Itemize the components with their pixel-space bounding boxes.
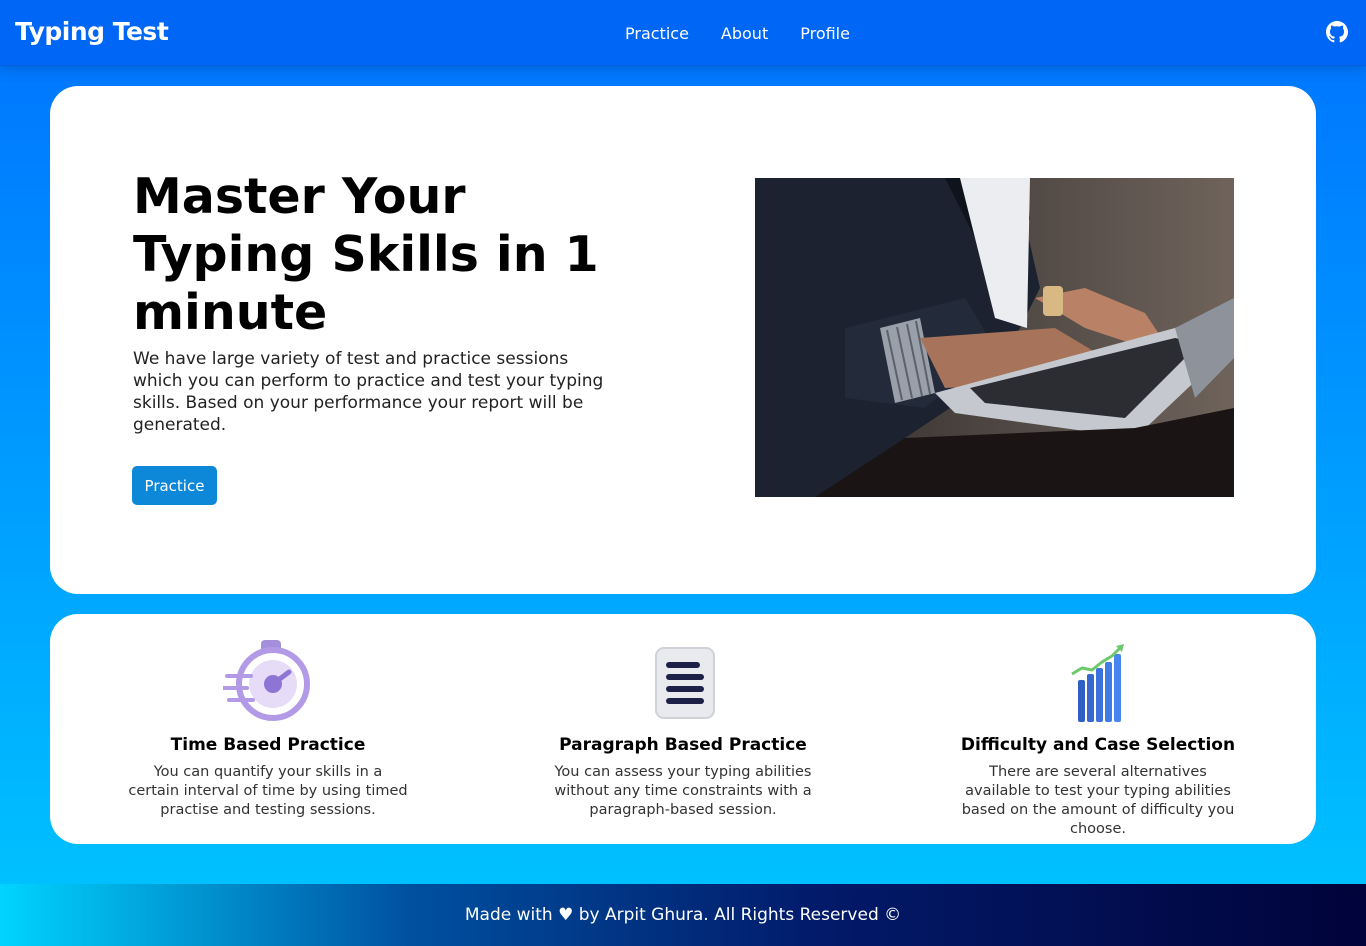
feature-time-based: Time Based Practice You can quantify you… xyxy=(88,614,448,844)
hero-card: Master Your Typing Skills in 1 minute We… xyxy=(50,86,1316,594)
feature-description: You can assess your typing abilities wit… xyxy=(554,764,812,818)
feature-title: Paragraph Based Practice xyxy=(559,735,807,755)
nav-link-profile[interactable]: Profile xyxy=(800,24,850,43)
footer-text: Made with ♥ by Arpit Ghura. All Rights R… xyxy=(464,905,902,925)
person-typing-on-laptop-illustration xyxy=(755,178,1234,497)
feature-title: Time Based Practice xyxy=(170,735,366,755)
bar-chart-icon xyxy=(1071,644,1124,722)
github-icon[interactable] xyxy=(1326,21,1348,43)
nav-links: Practice About Profile xyxy=(625,24,882,43)
features-card: Time Based Practice You can quantify you… xyxy=(50,614,1316,844)
feature-difficulty: Difficulty and Case Selection There are … xyxy=(918,614,1278,844)
navbar: Typing Test Practice About Profile xyxy=(0,0,1366,66)
brand-logo[interactable]: Typing Test xyxy=(15,17,169,46)
feature-paragraph-based: Paragraph Based Practice You can assess … xyxy=(503,614,863,844)
feature-description: There are several alternatives available… xyxy=(961,764,1235,837)
nav-link-about[interactable]: About xyxy=(721,24,768,43)
footer: Made with ♥ by Arpit Ghura. All Rights R… xyxy=(0,884,1366,946)
feature-description: You can quantify your skills in a certai… xyxy=(128,764,408,818)
stopwatch-icon xyxy=(223,640,310,721)
nav-link-practice[interactable]: Practice xyxy=(625,24,689,43)
practice-button[interactable]: Practice xyxy=(132,466,217,505)
hero-description: We have large variety of test and practi… xyxy=(133,349,604,435)
hero-image xyxy=(755,178,1234,497)
feature-title: Difficulty and Case Selection xyxy=(960,735,1236,755)
hero-title: Master Your Typing Skills in 1 minute xyxy=(133,168,599,341)
document-lines-icon xyxy=(655,647,715,719)
